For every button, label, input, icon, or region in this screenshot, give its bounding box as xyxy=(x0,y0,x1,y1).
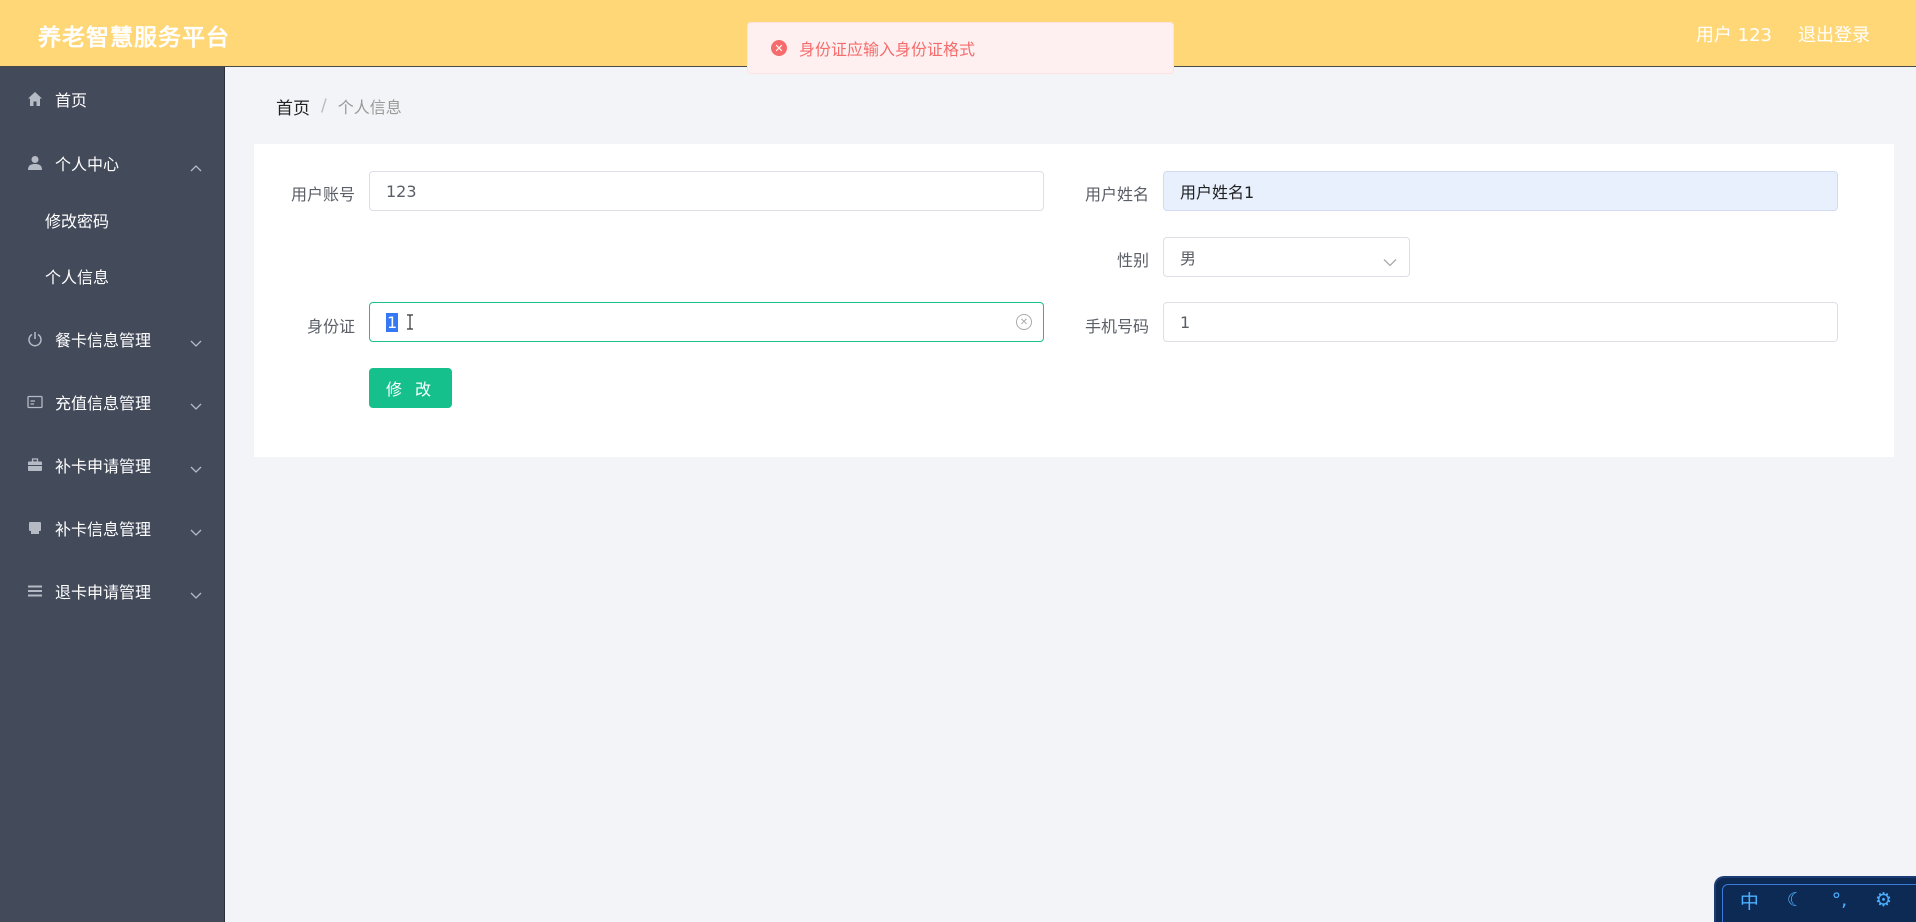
sidebar-item-label: 退卡申请管理 xyxy=(55,583,152,602)
sidebar-item-label: 充值信息管理 xyxy=(55,394,152,413)
toast-message: 身份证应输入身份证格式 xyxy=(799,40,976,59)
phone-field[interactable]: 1 xyxy=(1163,302,1838,342)
chevron-down-icon xyxy=(190,585,202,604)
logout-link[interactable]: 退出登录 xyxy=(1798,21,1870,47)
error-toast: ✕ 身份证应输入身份证格式 xyxy=(747,22,1174,74)
sidebar-item-recharge[interactable]: 充值信息管理 xyxy=(0,377,224,427)
sidebar-subitem-personal-info[interactable]: 个人信息 xyxy=(0,254,224,298)
briefcase-icon xyxy=(26,456,44,474)
sidebar-item-meal-card[interactable]: 餐卡信息管理 xyxy=(0,314,224,364)
chevron-down-icon xyxy=(190,333,202,352)
idcard-label: 身份证 xyxy=(306,317,355,336)
name-value: 用户姓名1 xyxy=(1180,183,1255,202)
card-icon xyxy=(26,393,44,411)
sidebar-item-home[interactable]: 首页 xyxy=(0,74,224,124)
submit-button[interactable]: 修 改 xyxy=(369,368,452,408)
name-label: 用户姓名 xyxy=(1084,185,1149,204)
breadcrumb: 首页 / 个人信息 xyxy=(254,81,1894,131)
breadcrumb-separator: / xyxy=(321,96,327,116)
sidebar-item-label: 首页 xyxy=(55,91,88,110)
current-user-label[interactable]: 用户 123 xyxy=(1696,21,1772,47)
user-icon xyxy=(26,154,44,172)
sidebar-subitem-change-password[interactable]: 修改密码 xyxy=(0,198,224,242)
phone-value: 1 xyxy=(1180,312,1191,332)
sidebar-item-card-reissue-info[interactable]: 补卡信息管理 xyxy=(0,503,224,553)
account-label: 用户账号 xyxy=(290,185,355,204)
home-icon xyxy=(26,90,44,108)
gender-select[interactable]: 男 xyxy=(1163,237,1410,277)
error-icon: ✕ xyxy=(771,40,787,56)
header-user-area: 用户 123 退出登录 xyxy=(1696,21,1870,47)
chevron-up-icon xyxy=(190,157,202,176)
text-cursor-icon xyxy=(406,314,414,330)
account-value: 123 xyxy=(386,181,417,201)
moon-icon[interactable]: ☾ xyxy=(1787,889,1804,911)
ime-mode-toggle[interactable]: 中 xyxy=(1740,887,1759,914)
gender-label: 性别 xyxy=(1116,251,1149,270)
sidebar: 首页 个人中心 修改密码 个人信息 餐卡信息管理 充值信息管理 补卡申请管理 补… xyxy=(0,67,225,922)
power-icon xyxy=(26,330,44,348)
sidebar-item-card-reissue-apply[interactable]: 补卡申请管理 xyxy=(0,440,224,490)
chevron-down-icon xyxy=(190,459,202,478)
account-field[interactable]: 123 xyxy=(369,171,1044,211)
sidebar-item-label: 补卡信息管理 xyxy=(55,520,152,539)
punctuation-icon[interactable]: °, xyxy=(1832,889,1848,911)
gender-value: 男 xyxy=(1180,249,1197,268)
clear-icon[interactable]: ✕ xyxy=(1016,314,1032,330)
sidebar-item-label: 餐卡信息管理 xyxy=(55,331,152,350)
profile-form-card: 用户账号 123 用户姓名 用户姓名1 性别 男 身份证 1 ✕ 手机号码 1 xyxy=(254,144,1894,457)
gear-icon[interactable]: ⚙ xyxy=(1875,889,1892,911)
sidebar-item-personal-center[interactable]: 个人中心 xyxy=(0,138,224,188)
sidebar-item-label: 个人中心 xyxy=(55,155,120,174)
phone-label: 手机号码 xyxy=(1084,317,1149,336)
name-field[interactable]: 用户姓名1 xyxy=(1163,171,1838,211)
ime-toolbar: 中 ☾ °, ⚙ xyxy=(1714,876,1916,922)
sidebar-item-label: 补卡申请管理 xyxy=(55,457,152,476)
app-title: 养老智慧服务平台 xyxy=(38,25,230,51)
idcard-value: 1 xyxy=(386,312,399,332)
breadcrumb-home[interactable]: 首页 xyxy=(276,94,310,119)
sidebar-item-card-refund-apply[interactable]: 退卡申请管理 xyxy=(0,566,224,616)
breadcrumb-current: 个人信息 xyxy=(337,98,402,117)
idcard-field[interactable]: 1 ✕ xyxy=(369,302,1044,342)
chevron-down-icon xyxy=(1383,252,1397,271)
chevron-down-icon xyxy=(190,396,202,415)
chevron-down-icon xyxy=(190,522,202,541)
printer-icon xyxy=(26,519,44,537)
list-icon xyxy=(26,582,44,600)
